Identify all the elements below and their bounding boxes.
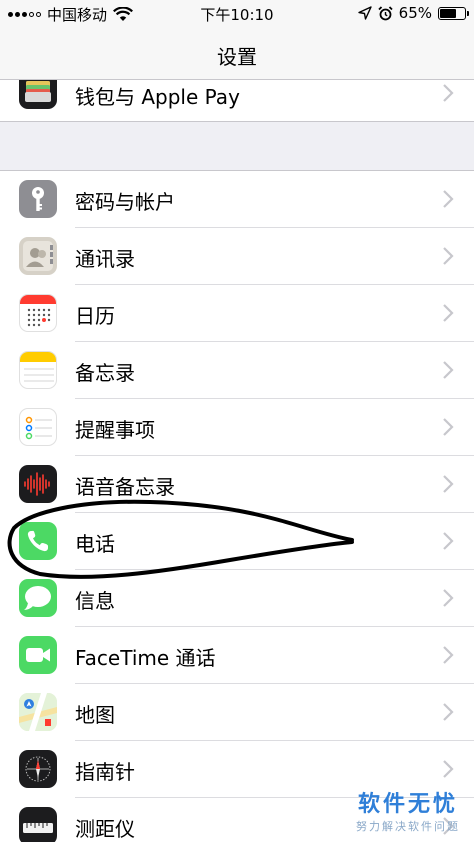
settings-row-reminders[interactable]: 提醒事项 bbox=[0, 399, 474, 456]
chevron-right-icon bbox=[443, 304, 454, 322]
settings-row-label: 指南针 bbox=[75, 760, 135, 784]
settings-row-label: 语音备忘录 bbox=[75, 475, 175, 499]
chevron-right-icon bbox=[443, 760, 454, 778]
chevron-right-icon bbox=[443, 703, 454, 721]
screen: 中国移动 下午10:10 65% 设置 钱包与 Apple Pay 密码与帐户 … bbox=[0, 0, 474, 842]
watermark: 软件无忧 努力解决软件问题 bbox=[356, 786, 460, 834]
reminders-icon bbox=[19, 408, 57, 446]
chevron-right-icon bbox=[443, 84, 454, 102]
settings-row-label: 日历 bbox=[75, 304, 115, 328]
alarm-clock-icon bbox=[378, 5, 393, 20]
settings-row-phone[interactable]: 电话 bbox=[0, 513, 474, 570]
battery-icon bbox=[438, 6, 469, 20]
watermark-subtitle: 努力解决软件问题 bbox=[356, 820, 460, 833]
measure-icon bbox=[19, 807, 57, 842]
settings-row-voice-memos[interactable]: 语音备忘录 bbox=[0, 456, 474, 513]
chevron-right-icon bbox=[443, 589, 454, 607]
facetime-icon bbox=[19, 636, 57, 674]
settings-row-label: 通讯录 bbox=[75, 247, 135, 271]
page-title: 设置 bbox=[217, 45, 257, 69]
phone-icon bbox=[19, 522, 57, 560]
maps-icon bbox=[19, 693, 57, 731]
messages-icon bbox=[19, 579, 57, 617]
settings-row-label: 备忘录 bbox=[75, 361, 135, 385]
chevron-right-icon bbox=[443, 646, 454, 664]
chevron-right-icon bbox=[443, 532, 454, 550]
chevron-right-icon bbox=[443, 418, 454, 436]
settings-row-calendar[interactable]: 日历 bbox=[0, 285, 474, 342]
battery-percent: 65% bbox=[398, 4, 432, 22]
calendar-icon bbox=[19, 294, 57, 332]
settings-row-label: 钱包与 Apple Pay bbox=[75, 85, 240, 109]
settings-row-passwords[interactable]: 密码与帐户 bbox=[0, 171, 474, 228]
settings-row-wallet[interactable]: 钱包与 Apple Pay bbox=[0, 80, 474, 109]
location-arrow-icon bbox=[357, 6, 372, 20]
status-right: 65% bbox=[357, 4, 469, 22]
chevron-right-icon bbox=[443, 247, 454, 265]
status-bar: 中国移动 下午10:10 65% bbox=[0, 0, 474, 28]
settings-row-label: 信息 bbox=[75, 589, 115, 613]
compass-icon bbox=[19, 750, 57, 788]
settings-row-notes[interactable]: 备忘录 bbox=[0, 342, 474, 399]
chevron-right-icon bbox=[443, 361, 454, 379]
settings-group-apps: 密码与帐户 通讯录 日历 备忘录 提醒事项 语音备忘录 电话 信息 FaceTi… bbox=[0, 170, 474, 842]
settings-row-label: 地图 bbox=[75, 703, 115, 727]
chevron-right-icon bbox=[443, 475, 454, 493]
settings-row-messages[interactable]: 信息 bbox=[0, 570, 474, 627]
settings-row-label: 提醒事项 bbox=[75, 418, 155, 442]
chevron-right-icon bbox=[443, 190, 454, 208]
notes-icon bbox=[19, 351, 57, 389]
settings-group-wallet: 钱包与 Apple Pay bbox=[0, 80, 474, 122]
voice-memos-icon bbox=[19, 465, 57, 503]
settings-row-facetime[interactable]: FaceTime 通话 bbox=[0, 627, 474, 684]
settings-row-contacts[interactable]: 通讯录 bbox=[0, 228, 474, 285]
battery-fill bbox=[440, 8, 456, 18]
contacts-icon bbox=[19, 237, 57, 275]
settings-row-label: 密码与帐户 bbox=[75, 190, 175, 214]
settings-row-label: FaceTime 通话 bbox=[75, 646, 216, 670]
key-icon bbox=[19, 180, 57, 218]
watermark-title: 软件无忧 bbox=[357, 792, 458, 817]
settings-row-label: 测距仪 bbox=[75, 817, 135, 841]
settings-row-label: 电话 bbox=[75, 532, 115, 556]
settings-row-maps[interactable]: 地图 bbox=[0, 684, 474, 741]
wallet-icon bbox=[19, 80, 57, 109]
nav-bar: 设置 bbox=[0, 28, 474, 80]
